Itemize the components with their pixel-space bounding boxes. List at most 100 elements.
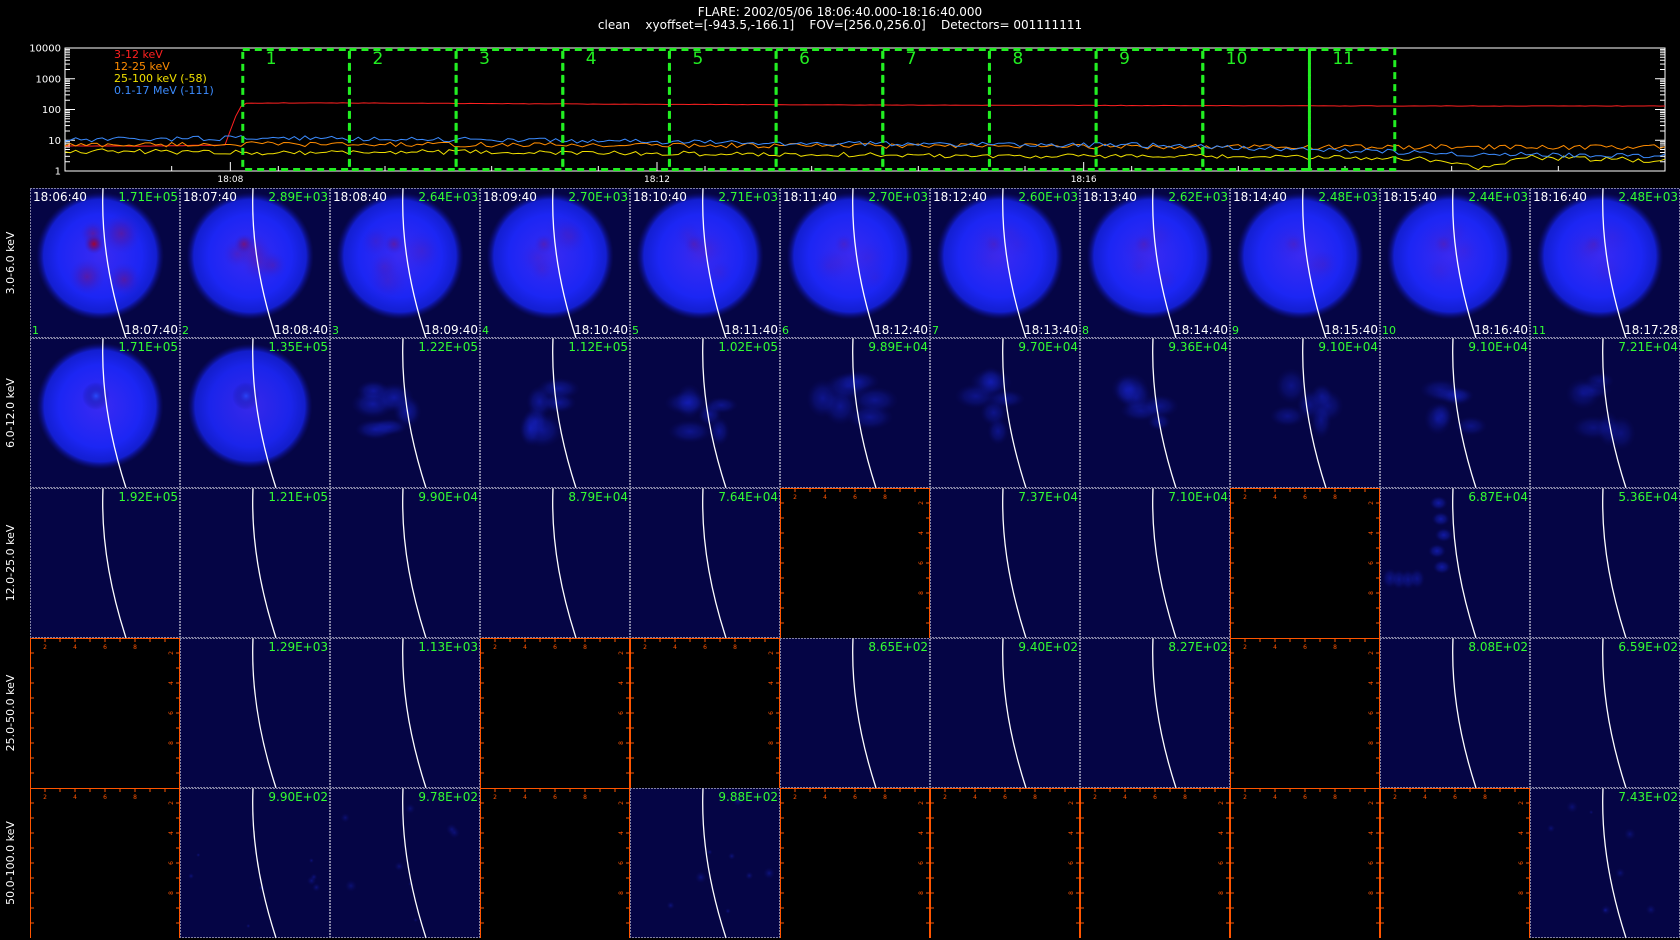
panel-end-time: 18:11:40 xyxy=(724,323,778,337)
panel-interval-number: 5 xyxy=(632,324,639,337)
panel-interval-number: 3 xyxy=(332,324,339,337)
panel-start-time: 18:10:40 xyxy=(633,190,687,204)
image-panel: 1.22E+05 xyxy=(330,337,480,489)
empty-panel-tick-label: 8 xyxy=(583,644,587,651)
empty-panel-tick-label: 2 xyxy=(1243,644,1247,651)
source-speck xyxy=(706,849,713,855)
source-patch xyxy=(1153,267,1179,292)
panel-max-value: 2.70E+03 xyxy=(868,190,928,204)
empty-panel-bg xyxy=(780,488,930,638)
source-patch xyxy=(530,257,555,282)
panel-max-value: 8.27E+02 xyxy=(1168,640,1228,654)
empty-panel-tick-label: 4 xyxy=(618,831,625,835)
panel-interval-number: 1 xyxy=(32,324,39,337)
empty-panel-bg xyxy=(30,788,180,938)
image-panel: 2.64E+03 18:08:40 18:09:40 3 xyxy=(330,187,480,339)
empty-panel-tick-label: 6 xyxy=(1368,711,1375,715)
panel-max-value: 9.89E+04 xyxy=(868,340,928,354)
source-core xyxy=(1284,234,1304,254)
panel-interval-number: 6 xyxy=(782,324,789,337)
source-core xyxy=(684,234,704,254)
panel-end-time: 18:16:40 xyxy=(1474,323,1528,337)
source-blob xyxy=(846,404,894,430)
empty-panel-tick-label: 4 xyxy=(618,681,625,685)
image-panel: 2 2 4 4 6 6 8 8 xyxy=(30,638,180,788)
source-speck xyxy=(196,852,201,858)
interval-box-label: 9 xyxy=(1119,49,1130,69)
image-panel: 1.29E+03 xyxy=(180,637,330,789)
empty-panel-tick-label: 8 xyxy=(1368,891,1375,895)
source-patch xyxy=(812,249,845,283)
image-panel: 7.37E+04 xyxy=(930,487,1080,639)
empty-panel-tick-label: 8 xyxy=(1068,891,1075,895)
empty-panel-tick-label: 2 xyxy=(793,494,797,501)
source-streak xyxy=(1428,544,1447,558)
lightcurve-legend-entry: 0.1-17 MeV (-111) xyxy=(114,84,214,97)
empty-panel-tick-label: 6 xyxy=(1518,861,1525,865)
panel-max-value: 2.48E+03 xyxy=(1318,190,1378,204)
source-speck xyxy=(745,871,754,880)
empty-panel-tick-label: 2 xyxy=(1068,801,1075,805)
source-blob xyxy=(354,419,396,440)
interval-box xyxy=(1094,48,1205,171)
image-panel: 8.79E+04 xyxy=(480,487,630,639)
panel-interval-number: 7 xyxy=(932,324,939,337)
empty-panel-tick-label: 8 xyxy=(168,741,175,745)
panel-max-value: 9.36E+04 xyxy=(1168,340,1228,354)
image-panel-bg xyxy=(630,788,780,938)
empty-panel-tick-label: 6 xyxy=(1003,794,1007,801)
image-panel: 2.62E+03 18:13:40 18:14:40 8 xyxy=(1080,187,1230,339)
lightcurve-plot: 10000100010010118:08 18:12 18:163-12 keV12… xyxy=(29,44,1666,185)
source-core xyxy=(834,234,854,254)
image-panel: 7.43E+02 xyxy=(1530,787,1680,939)
source-patch xyxy=(554,220,588,254)
interval-box-label: 4 xyxy=(586,49,597,69)
empty-panel-tick-label: 6 xyxy=(1303,794,1307,801)
empty-panel-tick-label: 4 xyxy=(1273,644,1277,651)
lightcurve-y-tick-label: 100 xyxy=(42,105,61,116)
energy-band-label: 12.0-25.0 keV xyxy=(4,524,17,601)
empty-panel-tick-label: 6 xyxy=(553,644,557,651)
source-speck xyxy=(1645,904,1657,915)
empty-panel-tick-label: 2 xyxy=(643,644,647,651)
empty-panel-bg xyxy=(1230,638,1380,788)
panel-start-time: 18:09:40 xyxy=(483,190,537,204)
energy-band-label: 50.0-100.0 keV xyxy=(4,821,17,905)
source-speck xyxy=(413,917,418,923)
panel-end-time: 18:17:28 xyxy=(1624,323,1678,337)
panel-max-value: 7.43E+02 xyxy=(1618,790,1678,804)
empty-panel-bg xyxy=(480,638,630,788)
empty-panel-tick-label: 8 xyxy=(918,891,925,895)
panel-start-time: 18:12:40 xyxy=(933,190,987,204)
panel-max-value: 7.10E+04 xyxy=(1168,490,1228,504)
empty-panel-tick-label: 6 xyxy=(1453,794,1457,801)
lightcurve-x-tick-label: 18:12 xyxy=(644,175,670,185)
image-panel: 1.02E+05 xyxy=(630,337,780,489)
source-speck xyxy=(340,813,350,823)
image-panel: 2.89E+03 18:07:40 18:08:40 2 xyxy=(180,187,330,339)
image-panel: 9.78E+02 xyxy=(330,787,480,939)
empty-panel-tick-label: 4 xyxy=(1273,494,1277,501)
image-panel-bg xyxy=(1380,338,1530,488)
empty-panel-bg xyxy=(1380,788,1530,938)
empty-panel-tick-label: 4 xyxy=(823,794,827,801)
image-panel: 2 2 4 4 6 6 8 8 xyxy=(630,638,780,788)
empty-panel-tick-label: 6 xyxy=(853,494,857,501)
empty-panel-tick-label: 6 xyxy=(918,561,925,565)
panel-max-value: 9.10E+04 xyxy=(1318,340,1378,354)
source-speck xyxy=(763,867,775,879)
empty-panel-tick-label: 2 xyxy=(793,794,797,801)
panel-max-value: 1.29E+03 xyxy=(268,640,328,654)
source-speck xyxy=(1546,824,1556,833)
source-streak xyxy=(1434,528,1453,542)
image-panel: 2.48E+03 18:16:40 18:17:28 11 xyxy=(1530,187,1680,339)
panel-max-value: 2.70E+03 xyxy=(568,190,628,204)
empty-panel-bg xyxy=(480,788,630,938)
empty-panel-tick-label: 6 xyxy=(703,644,707,651)
image-panel-bg xyxy=(780,638,930,788)
image-panel: 1.21E+05 xyxy=(180,487,330,639)
panel-max-value: 9.78E+02 xyxy=(418,790,478,804)
source-speck xyxy=(246,923,251,929)
empty-panel-tick-label: 8 xyxy=(1333,644,1337,651)
image-panel-bg xyxy=(180,488,330,638)
